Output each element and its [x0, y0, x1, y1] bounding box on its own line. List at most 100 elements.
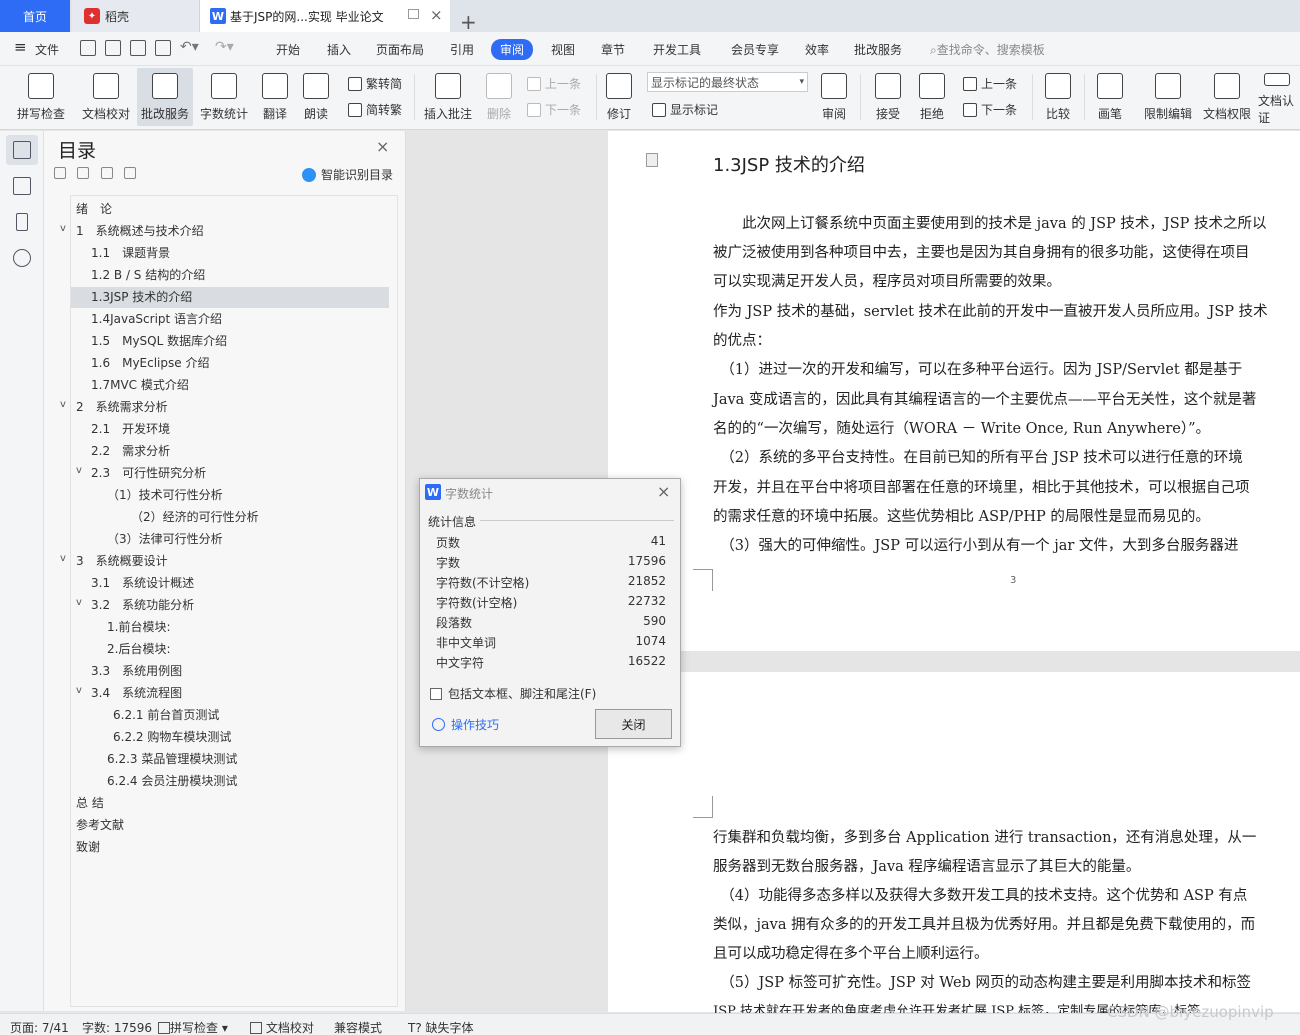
toc-item[interactable]: 3.1 系统设计概述 — [91, 573, 194, 594]
prev-change-button[interactable]: 上一条 — [963, 75, 1017, 92]
compare-button[interactable]: 比较 — [1040, 68, 1076, 126]
missing-font-status[interactable]: T? 缺失字体 — [408, 1019, 474, 1035]
close-tab-icon[interactable]: × — [430, 6, 443, 24]
tab-home[interactable]: 首页 — [0, 0, 70, 32]
word-count-indicator[interactable]: 字数: 17596 — [82, 1019, 152, 1035]
tips-link[interactable]: 操作技巧 — [432, 716, 499, 733]
toc-item[interactable]: 3.2 系统功能分析 — [91, 595, 194, 616]
chevron-down-icon[interactable]: v — [76, 465, 82, 476]
close-icon[interactable]: × — [657, 482, 670, 501]
export-icon[interactable] — [105, 40, 121, 56]
chevron-down-icon[interactable]: v — [76, 597, 82, 608]
delete-comment-button[interactable]: 删除 — [480, 68, 518, 126]
hamburger-icon[interactable]: ≡ — [14, 38, 27, 56]
menu-view[interactable]: 视图 — [551, 41, 575, 58]
accept-button[interactable]: 接受 — [870, 68, 906, 126]
reject-button[interactable]: 拒绝 — [914, 68, 950, 126]
close-icon[interactable]: × — [376, 137, 389, 156]
undo-icon[interactable]: ↶▾ — [180, 39, 199, 55]
expand-icon[interactable] — [77, 167, 89, 179]
menu-start[interactable]: 开始 — [276, 41, 300, 58]
prev-comment-button[interactable]: 上一条 — [527, 75, 581, 92]
correction-service-button[interactable]: 批改服务 — [137, 68, 193, 126]
menu-review[interactable]: 审阅 — [491, 39, 534, 60]
toc-item[interactable]: 1.前台模块: — [107, 617, 171, 638]
show-markup-button[interactable]: 显示标记 — [652, 101, 718, 118]
document-page[interactable]: 行集群和负载均衡，多到多台 Application 进行 transaction… — [608, 672, 1300, 1019]
screen-icon[interactable] — [408, 9, 419, 19]
review-button[interactable]: 审阅 — [816, 68, 852, 126]
smart-toc-button[interactable]: 智能识别目录 — [302, 166, 393, 183]
toc-item[interactable]: 6.2.4 会员注册模块测试 — [107, 771, 237, 792]
document-rights-button[interactable]: 文档权限 — [1199, 68, 1255, 126]
tab-document[interactable]: W 基于JSP的网...实现 毕业论文 × — [200, 0, 450, 32]
toc-item[interactable]: 2.3 可行性研究分析 — [91, 463, 206, 484]
chevron-down-icon[interactable]: v — [60, 553, 66, 564]
toc-item[interactable]: 绪 论 — [76, 199, 112, 220]
restrict-edit-button[interactable]: 限制编辑 — [1140, 68, 1196, 126]
toc-item[interactable]: 6.2.2 购物车模块测试 — [113, 727, 231, 748]
tab-daoke[interactable]: ✦ 稻壳 — [72, 0, 200, 32]
print-icon[interactable] — [130, 40, 146, 56]
toc-icon[interactable] — [13, 141, 31, 159]
toc-item[interactable]: 2.2 需求分析 — [91, 441, 170, 462]
menu-insert[interactable]: 插入 — [327, 41, 351, 58]
toc-item[interactable]: 总 结 — [76, 793, 104, 814]
menu-chapter[interactable]: 章节 — [601, 41, 625, 58]
menu-file[interactable]: 文件 — [35, 41, 59, 58]
compat-mode[interactable]: 兼容模式 — [334, 1019, 382, 1035]
toc-item[interactable]: 1.1 课题背景 — [91, 243, 170, 264]
proofread-status[interactable]: 文档校对 — [250, 1019, 314, 1035]
page-indicator[interactable]: 页面: 7/41 — [10, 1019, 69, 1035]
next-comment-button[interactable]: 下一条 — [527, 101, 581, 118]
toc-item[interactable]: 2.1 开发环境 — [91, 419, 170, 440]
toc-item[interactable]: 3.3 系统用例图 — [91, 661, 182, 682]
track-changes-button[interactable]: 修订 — [601, 68, 637, 126]
simp-to-trad-button[interactable]: 简转繁 — [348, 101, 402, 118]
toc-item-selected[interactable]: 1.3JSP 技术的介绍 — [71, 287, 389, 308]
toc-item[interactable]: 6.2.3 菜品管理模块测试 — [107, 749, 237, 770]
toc-item[interactable]: 参考文献 — [76, 815, 124, 836]
command-search[interactable]: ⌕查找命令、搜索模板 — [930, 41, 1045, 58]
menu-member[interactable]: 会员专享 — [731, 41, 779, 58]
toc-item[interactable]: 1.7MVC 模式介绍 — [91, 375, 189, 396]
toc-item[interactable]: （1）技术可行性分析 — [107, 485, 223, 506]
toc-item[interactable]: 3.4 系统流程图 — [91, 683, 182, 704]
proofread-button[interactable]: 文档校对 — [78, 68, 134, 126]
toc-item[interactable]: 1.2 B / S 结构的介绍 — [91, 265, 205, 286]
toc-item[interactable]: 2.后台模块: — [107, 639, 171, 660]
toc-item[interactable]: （3）法律可行性分析 — [107, 529, 223, 550]
insert-comment-button[interactable]: 插入批注 — [420, 68, 476, 126]
spell-check-status[interactable]: 拼写检查 ▾ — [158, 1019, 228, 1035]
menu-efficiency[interactable]: 效率 — [805, 41, 829, 58]
add-level-icon[interactable] — [101, 167, 113, 179]
markup-state-select[interactable]: 显示标记的最终状态 ▾ — [647, 72, 808, 92]
next-change-button[interactable]: 下一条 — [963, 101, 1017, 118]
pen-button[interactable]: 画笔 — [1092, 68, 1128, 126]
page-doc-icon[interactable] — [646, 153, 658, 167]
document-auth-button[interactable]: 文档认证 — [1258, 68, 1300, 126]
menu-reference[interactable]: 引用 — [450, 41, 474, 58]
menu-layout[interactable]: 页面布局 — [376, 41, 424, 58]
find-icon[interactable] — [13, 249, 31, 267]
toc-item[interactable]: 1 系统概述与技术介绍 — [76, 221, 204, 242]
remove-level-icon[interactable] — [124, 167, 136, 179]
toc-item[interactable]: 6.2.1 前台首页测试 — [113, 705, 219, 726]
collapse-all-icon[interactable] — [54, 167, 66, 179]
chevron-down-icon[interactable]: v — [76, 685, 82, 696]
toc-item[interactable]: 1.6 MyEclipse 介绍 — [91, 353, 209, 374]
chevron-down-icon[interactable]: v — [60, 399, 66, 410]
chevron-down-icon[interactable]: v — [60, 223, 66, 234]
bookmark-icon[interactable] — [16, 213, 28, 231]
save-icon[interactable] — [80, 40, 96, 56]
menu-devtools[interactable]: 开发工具 — [653, 41, 701, 58]
trad-to-simp-button[interactable]: 繁转简 — [348, 75, 402, 92]
word-count-button[interactable]: 字数统计 — [196, 68, 252, 126]
toc-item[interactable]: （2）经济的可行性分析 — [131, 507, 259, 528]
close-button[interactable]: 关闭 — [595, 709, 672, 739]
include-textbox-checkbox[interactable]: 包括文本框、脚注和尾注(F) — [430, 685, 596, 702]
translate-button[interactable]: 翻译 — [255, 68, 295, 126]
toc-item[interactable]: 1.4JavaScript 语言介绍 — [91, 309, 222, 330]
read-aloud-button[interactable]: 朗读 — [298, 68, 334, 126]
spell-check-button[interactable]: 拼写检查 — [8, 68, 74, 126]
